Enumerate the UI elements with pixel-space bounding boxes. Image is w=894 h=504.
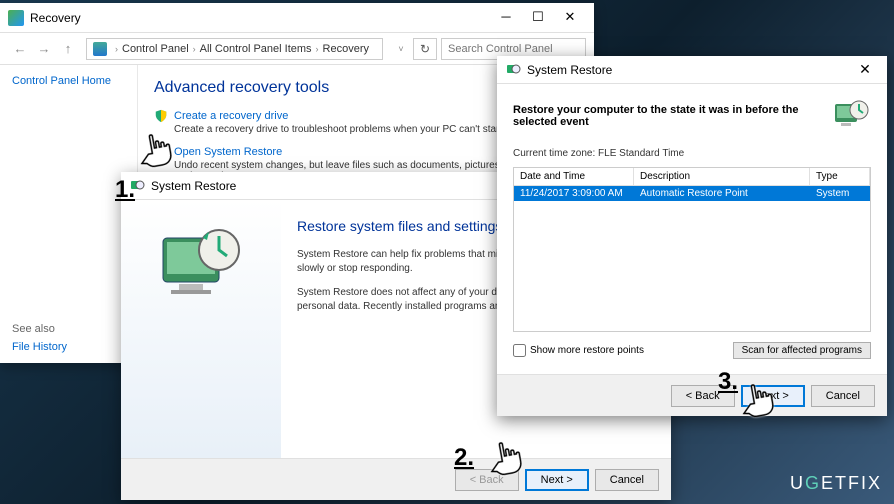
pointing-hand-icon bbox=[728, 372, 786, 430]
col-type[interactable]: Type bbox=[810, 168, 870, 186]
refresh-button[interactable]: ↻ bbox=[413, 38, 437, 60]
dialog-title: System Restore bbox=[527, 63, 851, 77]
minimize-button[interactable]: ─ bbox=[490, 6, 522, 30]
system-restore-wizard-2: System Restore ✕ Restore your computer t… bbox=[497, 56, 887, 416]
breadcrumb-item[interactable]: Recovery bbox=[323, 43, 369, 55]
back-button[interactable]: ← bbox=[8, 37, 32, 61]
show-more-checkbox[interactable]: Show more restore points bbox=[513, 344, 644, 357]
see-also-label: See also bbox=[12, 323, 125, 335]
wizard-heading: Restore your computer to the state it wa… bbox=[513, 96, 871, 136]
shield-icon bbox=[154, 109, 168, 123]
close-button[interactable]: ✕ bbox=[554, 6, 586, 30]
cancel-button[interactable]: Cancel bbox=[811, 385, 875, 407]
breadcrumb[interactable]: › Control Panel › All Control Panel Item… bbox=[86, 38, 383, 60]
restore-points-table: Date and Time Description Type 11/24/201… bbox=[513, 167, 871, 332]
col-datetime[interactable]: Date and Time bbox=[514, 168, 634, 186]
step-1-label: 1. bbox=[115, 176, 135, 204]
next-button[interactable]: Next > bbox=[525, 469, 589, 491]
watermark: UGETFIX bbox=[790, 473, 882, 494]
table-row[interactable]: 11/24/2017 3:09:00 AM Automatic Restore … bbox=[514, 186, 870, 201]
table-header: Date and Time Description Type bbox=[514, 168, 870, 186]
recovery-icon bbox=[8, 10, 24, 26]
maximize-button[interactable]: ☐ bbox=[522, 6, 554, 30]
step-2-label: 2. bbox=[454, 444, 474, 472]
file-history-link[interactable]: File History bbox=[12, 341, 125, 353]
create-recovery-drive-link[interactable]: Create a recovery drive bbox=[174, 110, 288, 122]
heading-text: Restore your computer to the state it wa… bbox=[513, 104, 831, 128]
checkbox-input[interactable] bbox=[513, 344, 526, 357]
cell-type: System bbox=[810, 186, 870, 201]
pointing-hand-icon bbox=[126, 122, 184, 180]
cancel-button[interactable]: Cancel bbox=[595, 469, 659, 491]
sidebar: Control Panel Home See also File History bbox=[0, 65, 138, 363]
up-button[interactable]: ↑ bbox=[56, 37, 80, 61]
dropdown-icon[interactable]: ˅ bbox=[389, 37, 413, 61]
titlebar: System Restore ✕ bbox=[497, 56, 887, 84]
checkbox-label: Show more restore points bbox=[530, 345, 644, 356]
cell-description: Automatic Restore Point bbox=[634, 186, 810, 201]
system-restore-icon bbox=[505, 62, 521, 78]
timezone-label: Current time zone: FLE Standard Time bbox=[513, 148, 871, 159]
breadcrumb-item[interactable]: All Control Panel Items bbox=[200, 43, 312, 55]
wizard-graphic bbox=[121, 200, 281, 458]
system-restore-large-icon bbox=[831, 96, 871, 136]
close-button[interactable]: ✕ bbox=[851, 59, 879, 81]
breadcrumb-icon bbox=[93, 42, 107, 56]
titlebar: Recovery ─ ☐ ✕ bbox=[0, 3, 594, 33]
cell-datetime: 11/24/2017 3:09:00 AM bbox=[514, 186, 634, 201]
control-panel-home-link[interactable]: Control Panel Home bbox=[12, 75, 125, 87]
wizard-footer: < Back Next > Cancel bbox=[497, 374, 887, 416]
col-description[interactable]: Description bbox=[634, 168, 810, 186]
pointing-hand-icon bbox=[476, 430, 534, 488]
breadcrumb-item[interactable]: Control Panel bbox=[122, 43, 189, 55]
forward-button[interactable]: → bbox=[32, 37, 56, 61]
window-title: Recovery bbox=[30, 11, 490, 25]
scan-affected-button[interactable]: Scan for affected programs bbox=[733, 342, 871, 359]
wizard-footer: < Back Next > Cancel bbox=[121, 458, 671, 500]
open-system-restore-link[interactable]: Open System Restore bbox=[174, 146, 282, 158]
